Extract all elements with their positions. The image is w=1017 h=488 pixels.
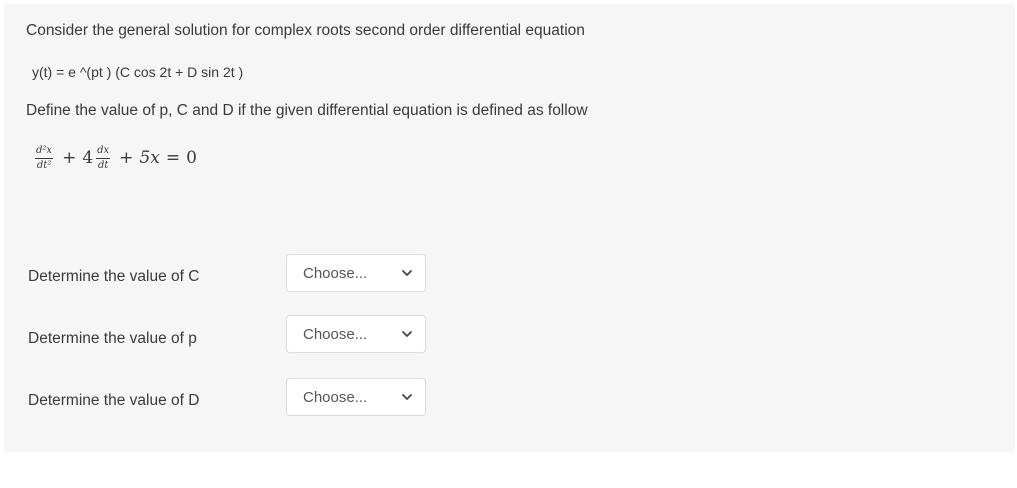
linear-term: 5x xyxy=(139,148,160,168)
equals-sign: = xyxy=(165,148,181,168)
differential-equation: d²x dt² + 4 dx dt + 5x = 0 xyxy=(32,138,197,178)
answer-row-p: Determine the value of p xyxy=(28,320,197,358)
second-derivative-fraction: d²x dt² xyxy=(35,145,54,171)
select-value: Choose... xyxy=(303,264,368,282)
plus-operator: + xyxy=(119,148,134,168)
answer-select-d[interactable]: Choose... xyxy=(286,378,426,416)
fraction-numerator: dx xyxy=(96,145,111,159)
select-value: Choose... xyxy=(303,325,368,343)
answer-select-c[interactable]: Choose... xyxy=(286,254,426,292)
answer-row-c: Determine the value of C xyxy=(28,258,199,296)
coefficient: 4 xyxy=(82,148,94,168)
answer-select-p[interactable]: Choose... xyxy=(286,315,426,353)
question-text-line3: Define the value of p, C and D if the gi… xyxy=(26,102,588,119)
answer-label-p: Determine the value of p xyxy=(28,330,197,347)
question-panel: Consider the general solution for comple… xyxy=(4,4,1015,452)
select-value: Choose... xyxy=(303,388,368,406)
answer-row-d: Determine the value of D xyxy=(28,382,199,420)
plus-operator: + xyxy=(62,148,77,168)
chevron-down-icon xyxy=(402,270,412,276)
fraction-numerator: d²x xyxy=(35,145,54,159)
fraction-denominator: dt xyxy=(97,159,109,171)
right-hand-side: 0 xyxy=(186,148,197,168)
general-solution-text: y(t) = e ^(pt ) (C cos 2t + D sin 2t ) xyxy=(32,64,244,80)
chevron-down-icon xyxy=(402,394,412,400)
first-derivative-fraction: dx dt xyxy=(96,145,111,171)
fraction-denominator: dt² xyxy=(36,159,52,171)
chevron-down-icon xyxy=(402,331,412,337)
answer-label-d: Determine the value of D xyxy=(28,392,200,409)
question-text-line1: Consider the general solution for comple… xyxy=(26,22,585,39)
answer-label-c: Determine the value of C xyxy=(28,268,200,285)
